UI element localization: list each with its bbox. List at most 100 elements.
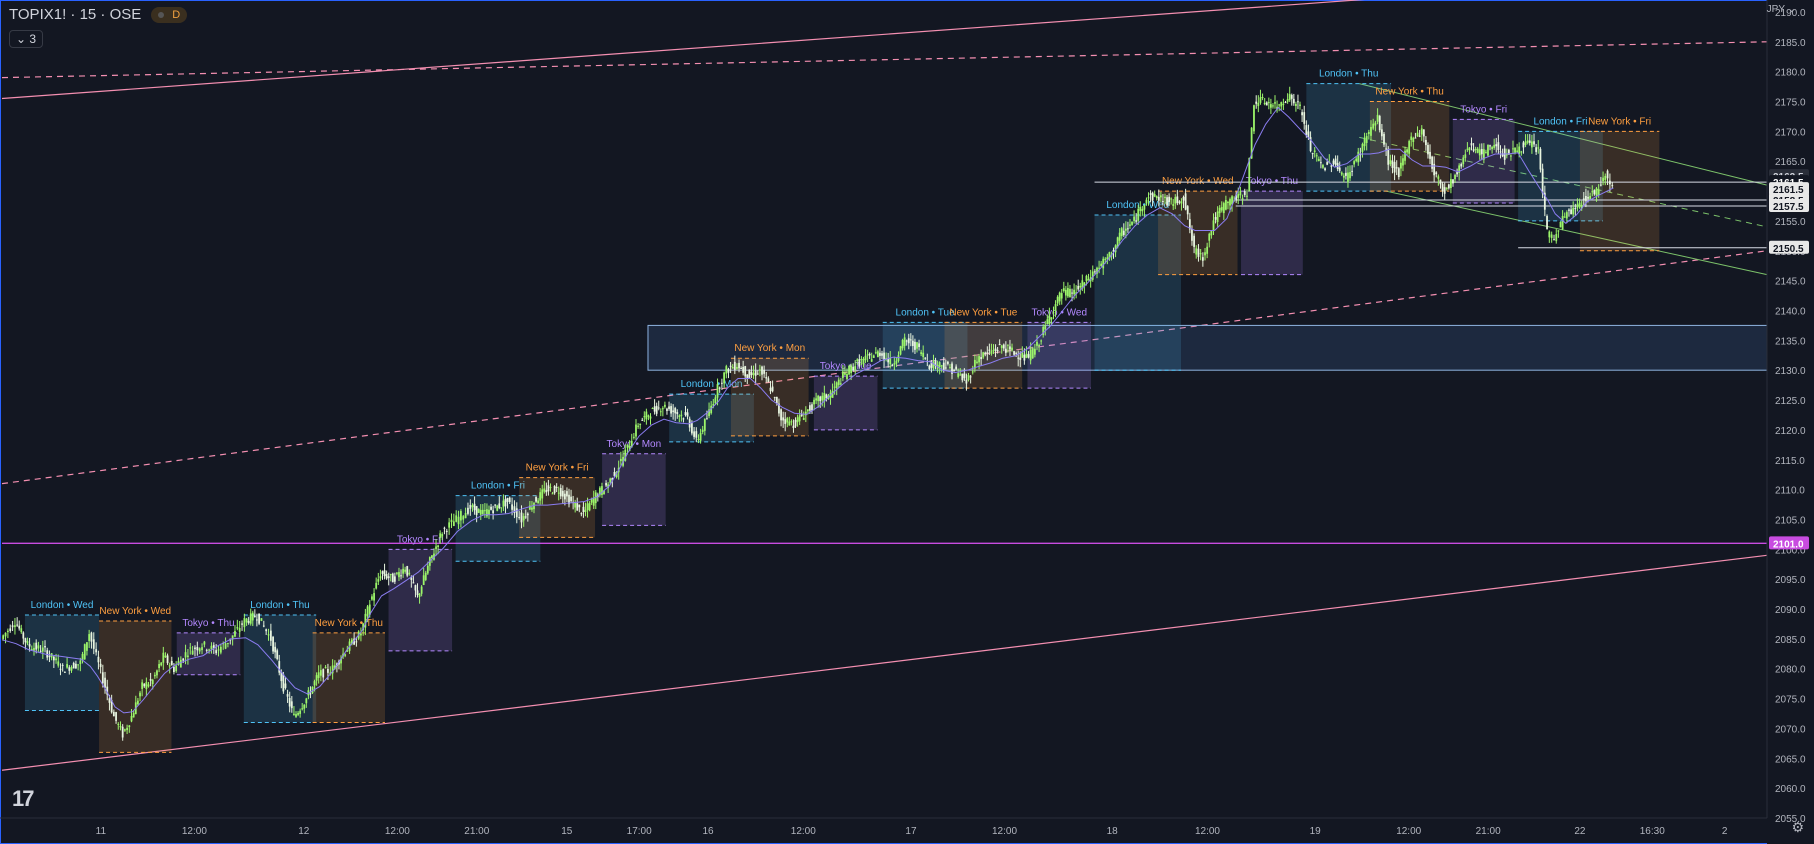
candle-body <box>1064 289 1067 296</box>
candle-body <box>526 513 529 516</box>
price-tick-label: 2180.0 <box>1775 68 1806 79</box>
candle-body <box>868 353 871 356</box>
candle-body <box>1522 142 1525 148</box>
candle-body <box>850 365 853 374</box>
candle-body <box>1193 235 1195 247</box>
candle-body <box>959 374 962 376</box>
candle-body <box>551 493 554 495</box>
candle-body <box>227 642 229 644</box>
candle-body <box>794 419 797 427</box>
candle-body <box>1585 196 1587 201</box>
candle-body <box>494 504 497 506</box>
candle-body <box>460 511 462 521</box>
candle-body <box>1395 167 1398 169</box>
candle-body <box>117 723 120 725</box>
candle-body <box>1609 180 1611 185</box>
candle-body <box>194 647 196 650</box>
candle-body <box>39 650 42 652</box>
candle-body <box>77 664 80 666</box>
candle-body <box>1389 160 1392 165</box>
candle-body <box>1497 142 1500 151</box>
currency-selector[interactable]: JPY ⌄ <box>1767 4 1796 15</box>
candle-body <box>1576 204 1579 208</box>
candle-body <box>1370 127 1372 136</box>
candle-body <box>1412 137 1415 143</box>
candle-body <box>643 416 646 418</box>
candle-body <box>1060 293 1063 299</box>
candle-body <box>780 409 782 421</box>
candle-body <box>570 496 572 502</box>
settings-gear-icon[interactable]: ⚙ <box>1791 819 1804 836</box>
candle-body <box>813 399 815 405</box>
candle-body <box>1087 278 1090 281</box>
candle-body <box>265 629 268 632</box>
candle-body <box>1174 197 1177 204</box>
price-tick-label: 2060.0 <box>1775 784 1806 795</box>
candle-body <box>383 570 386 577</box>
price-tick-label: 2135.0 <box>1775 336 1806 347</box>
candle-body <box>496 505 499 511</box>
candle-body <box>1443 187 1446 194</box>
candle-body <box>703 419 706 431</box>
candle-body <box>375 582 378 589</box>
price-chart[interactable]: London • Wed New York • Wed Tokyo • Thu Lon… <box>0 0 1814 844</box>
session-box: Tokyo • Tue <box>813 361 878 431</box>
candle-body <box>424 572 427 580</box>
candle-body <box>486 509 488 517</box>
candle-body <box>1582 198 1585 200</box>
candle-body <box>786 418 789 423</box>
candle-body <box>1372 123 1375 129</box>
candle-body <box>1441 184 1444 192</box>
candle-body <box>955 366 958 370</box>
candle-body <box>651 408 654 410</box>
candle-body <box>924 357 927 359</box>
candle-body <box>241 623 243 625</box>
candle-body <box>1514 147 1516 153</box>
candle-body <box>1385 148 1388 150</box>
candle-body <box>1210 230 1213 236</box>
candle-body <box>1526 140 1529 143</box>
candle-body <box>1317 159 1320 162</box>
symbol-title[interactable]: TOPIX1! · 15 · OSE <box>9 6 141 23</box>
candle-body <box>269 630 272 641</box>
candle-body <box>203 641 206 645</box>
candle-body <box>55 658 57 661</box>
candle-body <box>984 352 987 354</box>
candle-body <box>168 665 171 667</box>
candle-body <box>88 634 91 641</box>
candle-body <box>245 618 248 623</box>
candle-body <box>83 644 86 660</box>
time-tick-label: 12:00 <box>791 826 816 837</box>
candle-body <box>191 650 194 655</box>
candle-body <box>97 656 100 663</box>
candle-body <box>980 357 983 360</box>
chart-header: TOPIX1! · 15 · OSE D <box>9 6 188 23</box>
candle-body <box>792 425 795 428</box>
session-label: New York • Fri <box>1588 116 1651 127</box>
price-tick-label: 2170.0 <box>1775 127 1806 138</box>
candle-body <box>1220 207 1223 211</box>
candle-body <box>879 352 881 356</box>
session-badge[interactable]: D <box>151 6 188 23</box>
indicator-collapse-button[interactable]: ⌄ 3 <box>9 30 44 48</box>
candle-body <box>969 376 972 378</box>
candle-body <box>839 383 842 385</box>
candle-body <box>301 708 304 710</box>
candle-body <box>1036 341 1038 346</box>
candle-body <box>748 369 751 378</box>
candle-body <box>1380 129 1383 137</box>
candle-body <box>66 664 68 668</box>
candle-body <box>1137 208 1140 221</box>
candle-body <box>729 365 732 367</box>
candle-body <box>994 348 997 351</box>
candle-body <box>1464 154 1467 158</box>
candle-body <box>1561 216 1564 230</box>
candle-body <box>559 488 562 497</box>
candle-body <box>175 665 178 672</box>
candle-body <box>637 425 640 427</box>
candle-body <box>1204 252 1206 256</box>
session-box: New York • Wed <box>99 606 172 753</box>
candle-body <box>1157 196 1160 201</box>
candle-body <box>108 698 111 703</box>
candle-body <box>1462 157 1465 165</box>
